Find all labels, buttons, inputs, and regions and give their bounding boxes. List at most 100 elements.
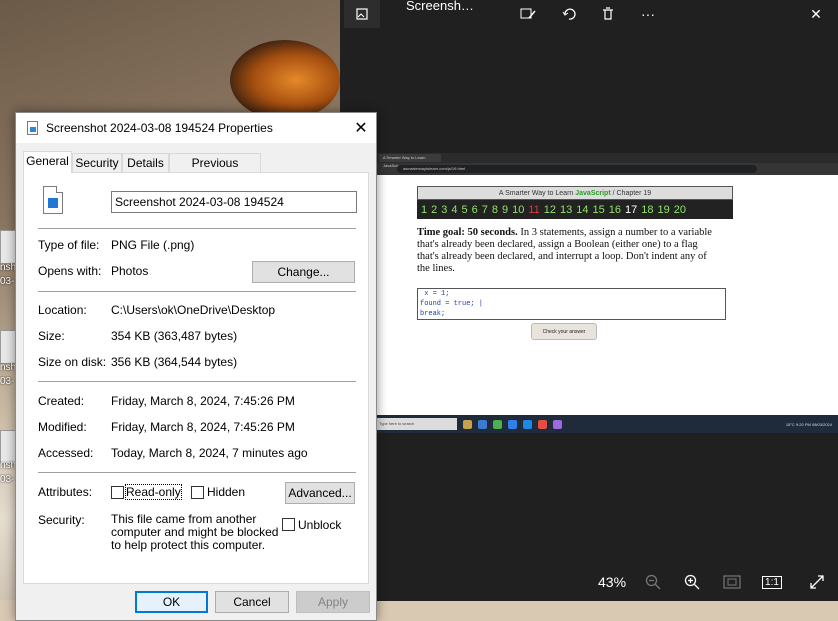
delete-icon[interactable] [590, 0, 626, 28]
security-label: Security: [38, 513, 85, 527]
more-icon[interactable]: ··· [630, 0, 666, 28]
browser-tab: A Smarter Way to Learn JavaScri… [379, 154, 441, 168]
edit-icon[interactable] [510, 0, 546, 28]
opens-with-label: Opens with: [38, 264, 102, 278]
browser-address-bar: asmarterwaytolearn.com/js/19.html [375, 163, 838, 175]
gallery-icon[interactable] [344, 0, 380, 28]
accessed-value: Today, March 8, 2024, 7 minutes ago [111, 446, 308, 460]
browser-url: asmarterwaytolearn.com/js/19.html [397, 165, 757, 173]
zoom-in-icon[interactable] [681, 571, 703, 593]
security-warning-text: This file came from another computer and… [111, 512, 279, 552]
unblock-checkbox[interactable] [282, 518, 295, 531]
divider [38, 381, 356, 382]
desktop-file-icon[interactable] [0, 230, 16, 264]
location-label: Location: [38, 303, 87, 317]
attributes-label: Attributes: [38, 485, 93, 499]
chapter-link: 9 [502, 203, 509, 216]
fullscreen-icon[interactable] [806, 571, 828, 593]
actual-size-label: 1:1 [762, 575, 782, 589]
inner-taskbar-clock: 15°C 9:20 PM 08/03/2024 [786, 422, 838, 427]
size-on-disk-value: 356 KB (364,544 bytes) [111, 355, 238, 369]
photos-file-title: Screensh… [406, 0, 474, 13]
apply-button: Apply [296, 591, 370, 613]
tab-security[interactable]: Security [72, 153, 122, 173]
chapter-link: 20 [673, 203, 687, 216]
divider [38, 472, 356, 473]
vscode-icon [523, 419, 532, 429]
type-of-file-label: Type of file: [38, 238, 100, 252]
zoom-out-icon[interactable] [642, 571, 664, 593]
chapter-nav: 1 2 3 4 5 6 7 8 9 10 11 12 13 14 15 16 17 18 19 20 [417, 200, 733, 219]
chapter-link: 12 [543, 203, 557, 216]
hidden-checkbox-label[interactable]: Hidden [207, 485, 245, 499]
readonly-checkbox[interactable] [111, 486, 124, 499]
chapter-link: 5 [461, 203, 468, 216]
file-name-field[interactable] [111, 191, 357, 213]
tab-previous-versions[interactable]: Previous Versions [169, 153, 261, 188]
accessed-label: Accessed: [38, 446, 94, 460]
chapter-link: 1 [421, 203, 428, 216]
code-answer-box: x = 1; found = true; | break; [417, 288, 726, 320]
book-header: A Smarter Way to Learn JavaScript / Chap… [417, 186, 733, 200]
chapter-link: 6 [471, 203, 478, 216]
properties-dialog: Screenshot 2024-03-08 194524 Properties … [15, 112, 377, 621]
location-value: C:\Users\ok\OneDrive\Desktop [111, 303, 276, 317]
opens-with-value: Photos [111, 264, 149, 278]
desktop-file-label: 03- [0, 474, 15, 485]
desktop-file-label: 03- [0, 376, 15, 387]
desktop-file-icon[interactable] [0, 430, 16, 464]
chapter-link: 14 [576, 203, 589, 216]
fit-icon[interactable] [721, 571, 743, 593]
zoom-level: 43% [598, 574, 627, 590]
chrome-icon [493, 419, 502, 429]
readonly-checkbox-label[interactable]: Read-only [125, 484, 182, 500]
unblock-checkbox-label[interactable]: Unblock [298, 518, 341, 532]
actual-size-icon[interactable]: 1:1 [761, 571, 783, 593]
chapter-link: 17 [625, 203, 638, 216]
ok-button[interactable]: OK [135, 591, 208, 613]
chapter-link: 11 [528, 203, 540, 216]
folder-icon [463, 419, 472, 429]
chapter-link: 10 [512, 203, 525, 216]
wallpaper-butterfly [230, 40, 340, 120]
dialog-title: Screenshot 2024-03-08 194524 Properties [46, 121, 273, 135]
book-header-suffix: / Chapter 19 [610, 190, 652, 197]
hidden-checkbox[interactable] [191, 486, 204, 499]
mail-icon [478, 419, 487, 429]
desktop-file-label: 03- [0, 276, 15, 287]
chapter-link: 8 [491, 203, 498, 216]
divider [38, 228, 356, 229]
rotate-icon[interactable] [551, 0, 587, 28]
exercise-text: Time goal: 50 seconds. In 3 statements, … [417, 227, 717, 275]
check-answer-button: Check your answer [531, 323, 597, 340]
change-button[interactable]: Change... [252, 261, 355, 283]
tab-details[interactable]: Details [122, 153, 169, 173]
photos-toolbar: Screensh… ··· ✕ [340, 0, 838, 30]
image-file-icon [27, 121, 38, 135]
chapter-link: 4 [451, 203, 458, 216]
dialog-titlebar: Screenshot 2024-03-08 194524 Properties … [16, 113, 376, 143]
inner-taskbar-search: Type here to search [375, 418, 457, 430]
cancel-button[interactable]: Cancel [215, 591, 289, 613]
close-icon[interactable]: ✕ [346, 113, 376, 143]
type-of-file-value: PNG File (.png) [111, 238, 195, 252]
inner-taskbar-weather: 15°C [785, 421, 795, 427]
chapter-link: 18 [641, 203, 654, 216]
size-value: 354 KB (363,487 bytes) [111, 329, 238, 343]
photos-image-preview: A Smarter Way to Learn JavaScri… asmarte… [375, 153, 838, 433]
browser-tab-bar: A Smarter Way to Learn JavaScri… [375, 153, 838, 168]
size-on-disk-label: Size on disk: [38, 355, 107, 369]
photos-zoom-bar: 43% 1:1 [340, 565, 838, 601]
close-icon[interactable]: ✕ [798, 0, 834, 28]
desktop-file-icon[interactable] [0, 330, 16, 364]
desktop-file-label: nsh [0, 460, 16, 471]
advanced-button[interactable]: Advanced... [285, 482, 355, 504]
tab-general[interactable]: General [23, 151, 72, 173]
web-page-content: A Smarter Way to Learn JavaScript / Chap… [375, 175, 838, 414]
chapter-link: 13 [560, 203, 573, 216]
created-label: Created: [38, 394, 85, 408]
chapter-link: 2 [431, 203, 438, 216]
inner-taskbar-time: 9:20 PM [795, 421, 811, 427]
inner-taskbar: Type here to search 15°C 9:20 PM 08/03/2… [375, 415, 838, 433]
size-label: Size: [38, 329, 65, 343]
